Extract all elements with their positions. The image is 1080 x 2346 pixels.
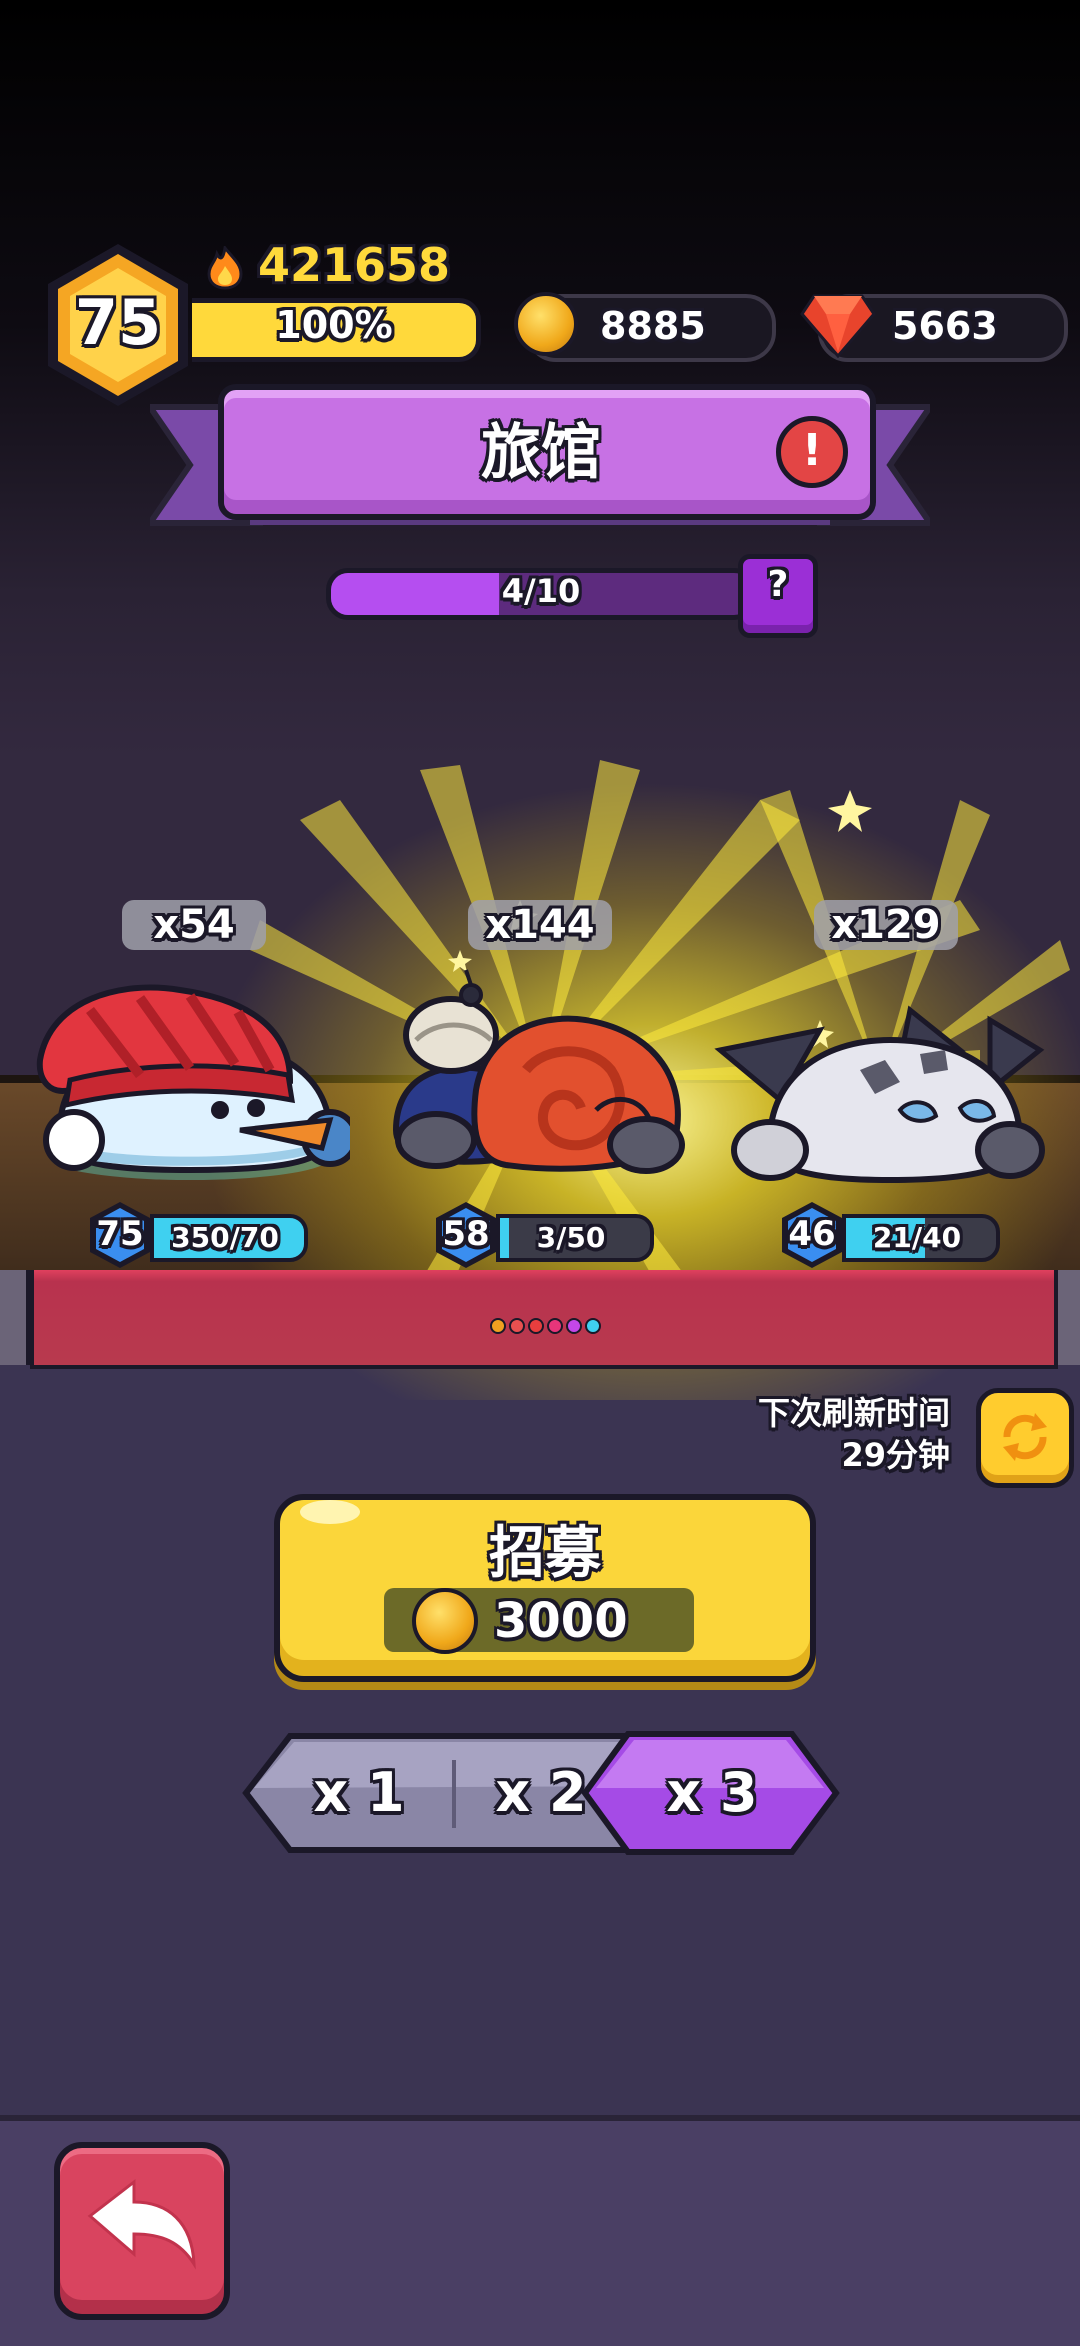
refresh-icon: [1003, 1413, 1047, 1461]
refresh-label: 下次刷新时间: [757, 1394, 950, 1432]
recruit-label: 招募: [489, 1521, 601, 1586]
hero-hp-text: 350/70: [171, 1221, 279, 1254]
hero-count: x54: [153, 902, 235, 948]
alert-icon[interactable]: !: [776, 416, 848, 488]
page-dot: [566, 1318, 582, 1334]
page-dot: [528, 1318, 544, 1334]
snowman-hero-icon[interactable]: [30, 970, 350, 1190]
hero-hp-text: 3/50: [536, 1221, 606, 1254]
spiky-rock-hero-icon[interactable]: [710, 990, 1050, 1190]
hero-level: 46: [788, 1214, 836, 1254]
power-value: 421658: [258, 238, 451, 292]
fire-icon: [207, 246, 243, 290]
inn-progress-text: 4/10: [501, 572, 581, 610]
back-button[interactable]: [54, 2142, 230, 2320]
multiplier-x3-selected[interactable]: x 3: [632, 1738, 792, 1848]
help-icon: ?: [767, 564, 789, 605]
hero-count: x144: [485, 902, 595, 948]
coin-icon: [412, 1588, 478, 1654]
page-dot: [490, 1318, 506, 1334]
back-arrow-icon: [87, 2178, 196, 2270]
coin-amount: 8885: [600, 304, 706, 348]
light-rays: [250, 760, 1070, 1360]
strip-edge-right: [1054, 1270, 1080, 1365]
coin-icon: [514, 292, 578, 356]
hero-level: 58: [442, 1214, 490, 1254]
hero-level: 75: [96, 1214, 144, 1254]
refresh-button[interactable]: [976, 1388, 1074, 1488]
hero-count: x129: [831, 902, 941, 948]
xp-percent: 100%: [275, 303, 393, 347]
page-title: 旅馆: [481, 418, 601, 488]
page-dot: [509, 1318, 525, 1334]
player-level: 75: [74, 286, 162, 359]
page-dot: [547, 1318, 563, 1334]
hero-hp-text: 21/40: [872, 1221, 962, 1254]
gem-amount: 5663: [892, 304, 998, 348]
refresh-timer: 下次刷新时间 29分钟: [700, 1392, 950, 1476]
multiplier-x2[interactable]: x 2: [456, 1738, 626, 1848]
refresh-time: 29分钟: [841, 1436, 950, 1474]
multiplier-x1[interactable]: x 1: [262, 1738, 456, 1848]
strip-edge-left: [0, 1270, 30, 1365]
shell-bomb-hero-icon[interactable]: [376, 960, 696, 1190]
recruit-cost: 3000: [494, 1593, 628, 1649]
gem-icon: [800, 294, 876, 358]
page-indicator: [490, 1318, 601, 1334]
page-dot: [585, 1318, 601, 1334]
